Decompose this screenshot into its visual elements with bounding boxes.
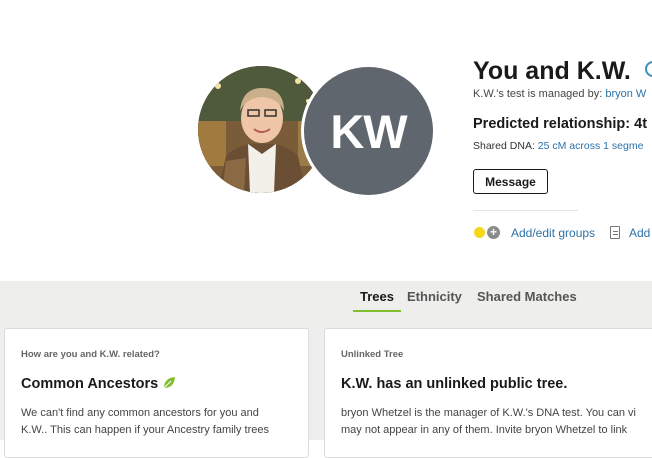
managed-by-label: K.W.'s test is managed by: [473, 88, 606, 100]
page-title: You and K.W. [473, 57, 631, 85]
card-body-line: We can't find any common ancestors for y… [21, 407, 259, 419]
add-edit-groups-link[interactable]: Add/edit groups [511, 226, 595, 240]
card-heading: Common Ancestors [21, 376, 176, 394]
shared-dna-line: Shared DNA: 25 cM across 1 segme [473, 140, 643, 152]
divider [473, 210, 578, 211]
card-body: bryon Whetzel is the manager of K.W.'s D… [341, 405, 636, 439]
tab-shared-matches[interactable]: Shared Matches [477, 289, 577, 304]
match-details: Trees Ethnicity Shared Matches How are y… [0, 281, 652, 458]
active-tab-indicator [353, 310, 401, 312]
unlinked-tree-card: Unlinked Tree K.W. has an unlinked publi… [324, 328, 652, 458]
tab-ethnicity[interactable]: Ethnicity [407, 289, 462, 304]
card-eyebrow: How are you and K.W. related? [21, 349, 160, 360]
tab-bar: Trees Ethnicity Shared Matches [0, 281, 652, 313]
manager-link[interactable]: bryon W [605, 88, 646, 100]
card-body-line: may not appear in any of them. Invite br… [341, 424, 628, 436]
test-manager-line: K.W.'s test is managed by: bryon W [473, 88, 646, 100]
card-body: We can't find any common ancestors for y… [21, 405, 269, 439]
add-note-link[interactable]: Add [629, 226, 650, 240]
card-heading: K.W. has an unlinked public tree. [341, 376, 568, 392]
shared-dna-link[interactable]: 25 cM across 1 segme [538, 140, 644, 152]
leaf-icon [162, 376, 176, 394]
add-group-icon[interactable]: + [487, 226, 500, 239]
message-button[interactable]: Message [473, 169, 548, 194]
predicted-relationship: Predicted relationship: 4t [473, 116, 648, 132]
match-header: KW You and K.W. K.W.'s test is managed b… [0, 0, 652, 281]
card-heading-text: Common Ancestors [21, 376, 159, 392]
shared-dna-label: Shared DNA: [473, 140, 538, 152]
match-avatar: KW [304, 67, 433, 195]
group-color-dot [474, 227, 485, 238]
card-eyebrow: Unlinked Tree [341, 349, 404, 360]
card-body-line: bryon Whetzel is the manager of K.W.'s D… [341, 407, 636, 419]
tab-trees[interactable]: Trees [360, 289, 394, 304]
info-icon[interactable] [645, 61, 652, 77]
match-initials: KW [330, 104, 407, 158]
common-ancestors-card: How are you and K.W. related? Common Anc… [4, 328, 309, 458]
note-icon[interactable] [610, 226, 620, 239]
card-body-line: K.W.. This can happen if your Ancestry f… [21, 424, 270, 436]
